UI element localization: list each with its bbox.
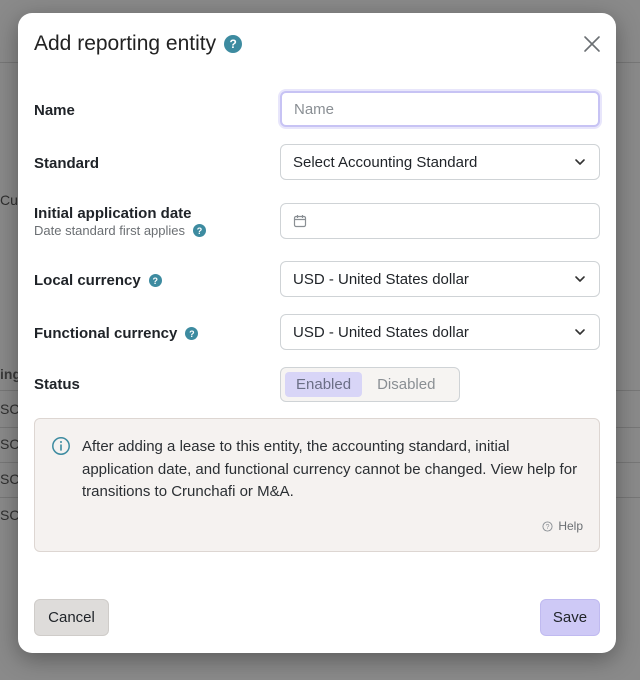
standard-label: Standard — [34, 155, 99, 172]
help-circle-icon[interactable]: ? — [224, 35, 243, 53]
name-label-text: Name — [34, 102, 75, 119]
functional-currency-value: USD - United States dollar — [293, 323, 469, 341]
name-label: Name — [34, 102, 75, 119]
local-currency-label-text: Local currency — [34, 272, 141, 289]
background-text: SC — [0, 471, 20, 487]
info-circle-icon — [52, 437, 70, 455]
local-currency-label: Local currency ? — [34, 272, 162, 289]
name-field[interactable] — [280, 91, 600, 127]
close-icon[interactable] — [582, 34, 602, 54]
initial-date-label-text: Initial application date — [34, 205, 192, 222]
name-input[interactable] — [294, 100, 586, 118]
chevron-down-icon — [575, 276, 585, 282]
status-label-text: Status — [34, 376, 80, 393]
initial-date-field[interactable] — [280, 203, 600, 239]
help-circle-icon[interactable]: ? — [185, 327, 199, 340]
functional-currency-label-text: Functional currency — [34, 325, 178, 342]
standard-label-text: Standard — [34, 155, 100, 172]
background-text: SC — [0, 401, 20, 417]
initial-date-sublabel-text: Date standard first applies — [34, 223, 186, 238]
dialog-title-row: Add reporting entity ? — [34, 32, 243, 56]
calendar-icon — [293, 215, 307, 228]
local-currency-select[interactable]: USD - United States dollar — [280, 261, 600, 297]
status-disabled-option[interactable]: Disabled — [366, 372, 446, 397]
standard-select[interactable]: Select Accounting Standard — [280, 144, 600, 180]
status-enabled-option[interactable]: Enabled — [285, 372, 363, 397]
chevron-down-icon — [575, 159, 585, 165]
help-circle-outline-icon: ? — [542, 520, 553, 532]
help-link-label: Help — [558, 519, 583, 533]
add-reporting-entity-dialog: Add reporting entity ? Name Standard Sel… — [18, 13, 616, 653]
local-currency-value: USD - United States dollar — [293, 270, 469, 288]
save-button[interactable]: Save — [540, 599, 600, 636]
functional-currency-label: Functional currency ? — [34, 325, 199, 342]
functional-currency-select[interactable]: USD - United States dollar — [280, 314, 600, 350]
info-callout: After adding a lease to this entity, the… — [34, 418, 600, 552]
status-label: Status — [34, 376, 80, 393]
svg-text:?: ? — [546, 523, 550, 530]
initial-date-label: Initial application date — [34, 205, 192, 222]
help-circle-icon[interactable]: ? — [193, 224, 207, 237]
help-circle-icon[interactable]: ? — [148, 274, 162, 287]
help-link[interactable]: ? Help — [542, 519, 583, 533]
cancel-button[interactable]: Cancel — [34, 599, 109, 636]
chevron-down-icon — [575, 329, 585, 335]
initial-date-sublabel: Date standard first applies ? — [34, 223, 207, 238]
background-text: SC — [0, 436, 20, 452]
standard-select-value: Select Accounting Standard — [293, 153, 478, 171]
background-text: SC — [0, 507, 20, 523]
dialog-title: Add reporting entity — [34, 32, 217, 55]
info-text: After adding a lease to this entity, the… — [82, 438, 578, 500]
status-toggle: Enabled Disabled — [280, 367, 460, 402]
